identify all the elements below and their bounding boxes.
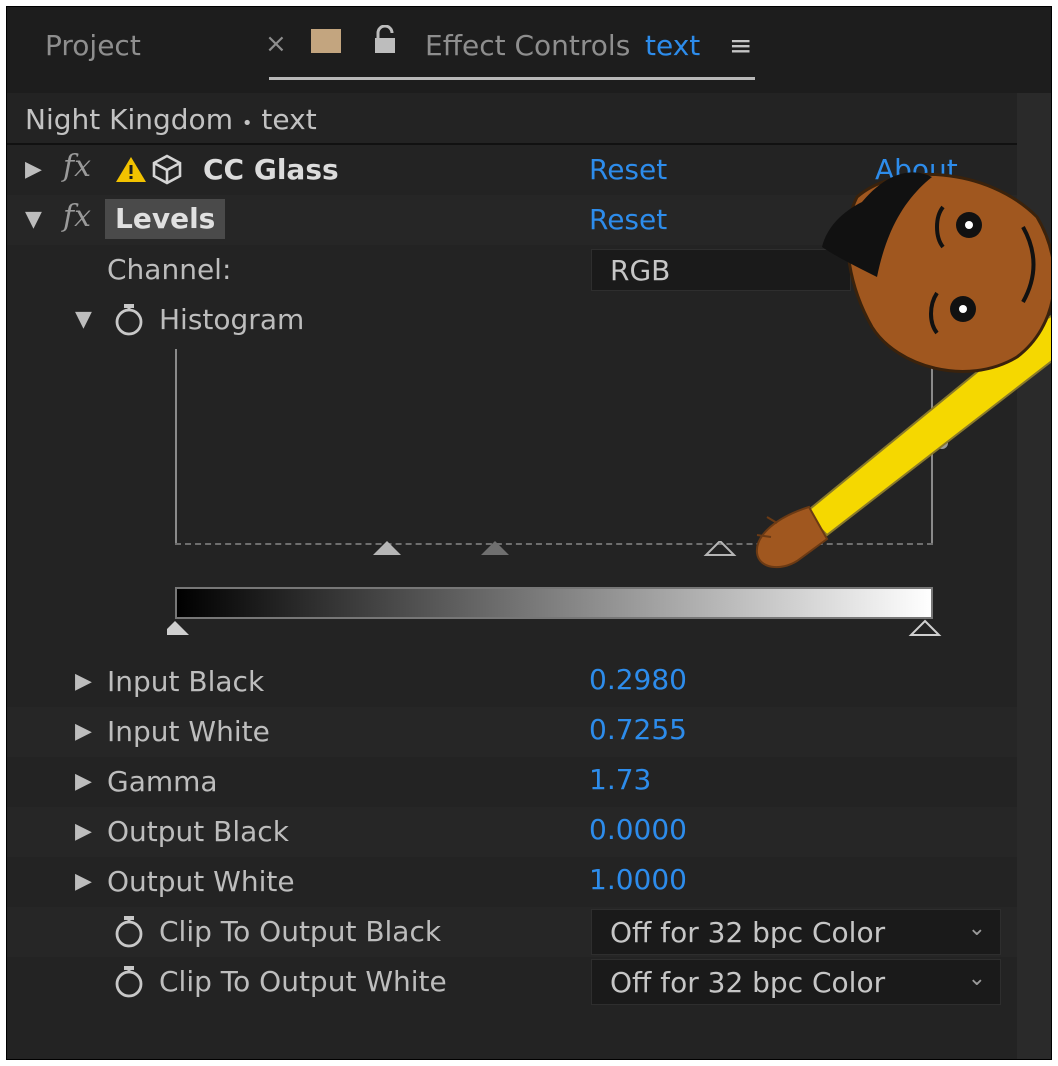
histogram-label: Histogram	[159, 303, 305, 336]
param-label: Input White	[107, 715, 270, 748]
lock-icon[interactable]	[373, 25, 397, 55]
param-label: Gamma	[107, 765, 218, 798]
breadcrumb-layer: text	[261, 103, 317, 136]
disclosure-triangle-open-icon[interactable]: ▼	[25, 207, 42, 232]
reset-link-cc-glass[interactable]: Reset	[589, 153, 667, 186]
tab-layer-name[interactable]: text	[645, 29, 700, 62]
chevron-down-icon: ⌄	[967, 966, 986, 991]
param-value[interactable]: 0.2980	[589, 663, 687, 696]
clip-white-value: Off for 32 bpc Color	[610, 966, 886, 999]
param-value[interactable]: 0.7255	[589, 713, 687, 746]
input-black-slider-icon	[373, 541, 401, 555]
disclosure-triangle-icon[interactable]: ▶	[75, 819, 92, 844]
param-value[interactable]: 0.0000	[589, 813, 687, 846]
channel-value: RGB	[610, 254, 671, 287]
active-tab-indicator	[269, 77, 755, 80]
tab-effect-controls[interactable]: Effect Controls	[425, 29, 630, 62]
output-white-slider-icon	[908, 619, 942, 636]
fx-toggle-icon[interactable]: fx	[63, 149, 91, 184]
breadcrumb-separator: •	[241, 113, 253, 134]
stopwatch-icon[interactable]	[113, 965, 145, 999]
param-label: Output Black	[107, 815, 289, 848]
disclosure-triangle-icon[interactable]: ▶	[75, 769, 92, 794]
channel-label: Channel:	[107, 253, 232, 286]
param-row-gamma: ▶ Gamma 1.73	[7, 757, 1017, 807]
input-white-slider-icon	[703, 541, 737, 556]
output-sliders[interactable]	[167, 619, 957, 639]
param-label: Input Black	[107, 665, 265, 698]
label-color-swatch[interactable]	[311, 29, 341, 53]
disclosure-triangle-icon[interactable]: ▶	[25, 157, 42, 182]
3d-cube-icon	[152, 154, 182, 185]
effect-controls-panel: Project × Effect Controls text ≡ Night K…	[6, 6, 1052, 1060]
fx-toggle-icon[interactable]: fx	[63, 199, 91, 234]
param-value[interactable]: 1.73	[589, 763, 651, 796]
effect-name-levels: Levels	[105, 199, 226, 239]
disclosure-triangle-icon[interactable]: ▶	[75, 869, 92, 894]
chevron-down-icon: ⌄	[967, 916, 986, 941]
clip-white-label: Clip To Output White	[159, 965, 447, 998]
reset-link-levels[interactable]: Reset	[589, 203, 667, 236]
disclosure-triangle-icon[interactable]: ▶	[75, 719, 92, 744]
gamma-slider-icon	[481, 541, 509, 555]
warning-icon	[116, 157, 146, 182]
disclosure-triangle-icon[interactable]: ▶	[75, 669, 92, 694]
close-tab-icon[interactable]: ×	[265, 29, 287, 59]
effect-name-cc-glass: CC Glass	[203, 153, 339, 186]
param-row-output-white: ▶ Output White 1.0000	[7, 857, 1017, 907]
panel-menu-icon[interactable]: ≡	[729, 29, 752, 62]
breadcrumb-text: Night Kingdom • text	[25, 103, 317, 136]
cartoon-character-illustration	[755, 172, 1051, 569]
param-label: Output White	[107, 865, 295, 898]
output-black-slider-icon	[167, 621, 189, 635]
panel-tab-bar: Project × Effect Controls text ≡	[7, 7, 1051, 93]
clip-black-label: Clip To Output Black	[159, 915, 442, 948]
disclosure-triangle-open-icon[interactable]: ▼	[75, 307, 92, 332]
param-row-input-black: ▶ Input Black 0.2980	[7, 657, 1017, 707]
clip-black-row: Clip To Output Black Off for 32 bpc Colo…	[7, 907, 1017, 957]
breadcrumb-comp: Night Kingdom	[25, 103, 233, 136]
param-row-output-black: ▶ Output Black 0.0000	[7, 807, 1017, 857]
breadcrumb: Night Kingdom • text	[7, 93, 1051, 145]
clip-black-value: Off for 32 bpc Color	[610, 916, 886, 949]
stopwatch-icon[interactable]	[113, 303, 145, 337]
clip-white-dropdown[interactable]: Off for 32 bpc Color ⌄	[591, 959, 1001, 1005]
stopwatch-icon[interactable]	[113, 915, 145, 949]
param-value[interactable]: 1.0000	[589, 863, 687, 896]
clip-black-dropdown[interactable]: Off for 32 bpc Color ⌄	[591, 909, 1001, 955]
clip-white-row: Clip To Output White Off for 32 bpc Colo…	[7, 957, 1017, 1007]
tab-project[interactable]: Project	[45, 29, 141, 62]
param-row-input-white: ▶ Input White 0.7255	[7, 707, 1017, 757]
